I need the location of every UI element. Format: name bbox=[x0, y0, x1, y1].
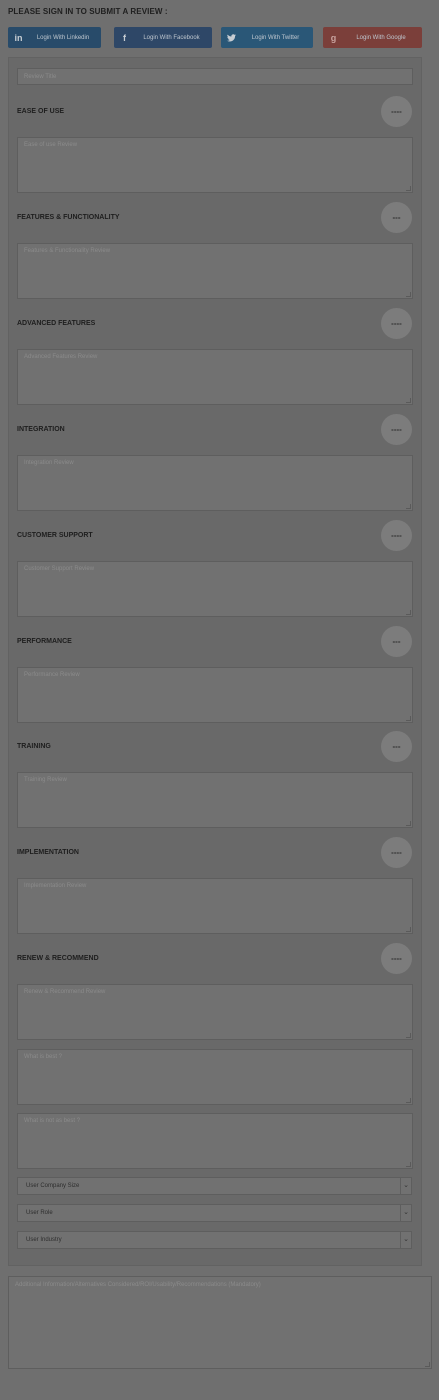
resize-grip-icon bbox=[406, 1162, 411, 1167]
resize-grip-icon bbox=[406, 186, 411, 191]
review-textarea-performance[interactable]: Performance Review bbox=[17, 667, 413, 723]
section-label-integration: INTEGRATION bbox=[17, 426, 65, 433]
review-textarea-placeholder: Performance Review bbox=[24, 672, 80, 678]
review-textarea-features-and-functionality[interactable]: Features & Functionality Review bbox=[17, 243, 413, 299]
select-user-company-size[interactable]: User Company Size ⌄ bbox=[17, 1177, 412, 1195]
section-label-features-and-functionality: FEATURES & FUNCTIONALITY bbox=[17, 214, 120, 221]
resize-grip-icon bbox=[406, 1033, 411, 1038]
facebook-icon: f bbox=[123, 32, 126, 43]
section-label-performance: PERFORMANCE bbox=[17, 638, 72, 645]
rating-button-customer-support[interactable]: ---- bbox=[381, 520, 412, 551]
login-facebook-button[interactable]: f Login With Facebook bbox=[114, 27, 212, 48]
review-textarea-placeholder: Implementation Review bbox=[24, 883, 87, 889]
review-textarea-ease-of-use[interactable]: Ease of use Review bbox=[17, 137, 413, 193]
review-textarea-placeholder: Integration Review bbox=[24, 460, 74, 466]
section-label-advanced-features: ADVANCED FEATURES bbox=[17, 320, 96, 327]
review-textarea-placeholder: Training Review bbox=[24, 777, 67, 783]
section-label-renew-and-recommend: RENEW & RECOMMEND bbox=[17, 955, 99, 962]
review-textarea-integration[interactable]: Integration Review bbox=[17, 455, 413, 511]
linkedin-icon: in bbox=[14, 32, 23, 43]
what-is-best-textarea-placeholder: What is best ? bbox=[24, 1054, 63, 1060]
review-textarea-placeholder: Renew & Recommend Review bbox=[24, 989, 106, 995]
login-twitter-label: Login With Twitter bbox=[251, 34, 300, 41]
rating-button-advanced-features[interactable]: ---- bbox=[381, 308, 412, 339]
select-user-industry[interactable]: User Industry ⌄ bbox=[17, 1231, 412, 1249]
login-linkedin-label: Login With Linkedin bbox=[36, 34, 90, 41]
chevron-down-icon: ⌄ bbox=[400, 1178, 411, 1194]
review-textarea-renew-and-recommend[interactable]: Renew & Recommend Review bbox=[17, 984, 413, 1040]
resize-grip-icon bbox=[406, 716, 411, 721]
chevron-down-icon: ⌄ bbox=[400, 1205, 411, 1221]
resize-grip-icon bbox=[406, 610, 411, 615]
section-label-customer-support: CUSTOMER SUPPORT bbox=[17, 532, 93, 539]
select-user-role[interactable]: User Role ⌄ bbox=[17, 1204, 412, 1222]
section-label-implementation: IMPLEMENTATION bbox=[17, 849, 79, 856]
section-label-ease-of-use: EASE OF USE bbox=[17, 108, 65, 115]
resize-grip-icon bbox=[406, 1098, 411, 1103]
login-linkedin-button[interactable]: in Login With Linkedin bbox=[8, 27, 101, 48]
review-textarea-placeholder: Ease of use Review bbox=[24, 142, 78, 148]
resize-grip-icon bbox=[406, 821, 411, 826]
rating-button-integration[interactable]: ---- bbox=[381, 414, 412, 445]
chevron-down-icon: ⌄ bbox=[400, 1232, 411, 1248]
resize-grip-icon bbox=[425, 1362, 430, 1367]
rating-button-renew-and-recommend[interactable]: ---- bbox=[381, 943, 412, 974]
select-value: User Role bbox=[26, 1210, 53, 1216]
resize-grip-icon bbox=[406, 292, 411, 297]
rating-button-features-and-functionality[interactable]: --- bbox=[381, 202, 412, 233]
select-value: User Company Size bbox=[26, 1183, 80, 1189]
social-login-row: in Login With Linkedin f Login With Face… bbox=[8, 27, 431, 48]
rating-button-ease-of-use[interactable]: ---- bbox=[381, 96, 412, 127]
review-textarea-training[interactable]: Training Review bbox=[17, 772, 413, 828]
review-textarea-advanced-features[interactable]: Advanced Features Review bbox=[17, 349, 413, 405]
login-google-button[interactable]: g Login With Google bbox=[323, 27, 422, 48]
additional-info-placeholder: Additional Information/Alternatives Cons… bbox=[15, 1282, 261, 1288]
what-is-best-textarea[interactable]: What is best ? bbox=[17, 1049, 413, 1105]
twitter-icon bbox=[221, 27, 242, 48]
google-icon: g bbox=[330, 32, 337, 43]
select-value: User Industry bbox=[26, 1237, 62, 1243]
review-textarea-customer-support[interactable]: Customer Support Review bbox=[17, 561, 413, 617]
what-is-not-best-textarea[interactable]: What is not as best ? bbox=[17, 1113, 413, 1169]
rating-button-performance[interactable]: --- bbox=[381, 626, 412, 657]
additional-info-textarea[interactable]: Additional Information/Alternatives Cons… bbox=[8, 1276, 432, 1369]
signin-header: PLEASE SIGN IN TO SUBMIT A REVIEW : bbox=[8, 7, 168, 16]
rating-button-implementation[interactable]: ---- bbox=[381, 837, 412, 868]
login-google-label: Login With Google bbox=[356, 34, 406, 41]
review-textarea-placeholder: Customer Support Review bbox=[24, 566, 95, 572]
section-label-training: TRAINING bbox=[17, 743, 51, 750]
what-is-not-best-textarea-placeholder: What is not as best ? bbox=[24, 1118, 81, 1124]
resize-grip-icon bbox=[406, 927, 411, 932]
login-twitter-button[interactable]: Login With Twitter bbox=[221, 27, 313, 48]
resize-grip-icon bbox=[406, 398, 411, 403]
review-textarea-placeholder: Advanced Features Review bbox=[24, 354, 98, 360]
login-facebook-label: Login With Facebook bbox=[143, 34, 200, 41]
review-textarea-implementation[interactable]: Implementation Review bbox=[17, 878, 413, 934]
review-title-input[interactable]: Review Title bbox=[17, 68, 413, 85]
review-textarea-placeholder: Features & Functionality Review bbox=[24, 248, 111, 254]
resize-grip-icon bbox=[406, 504, 411, 509]
rating-button-training[interactable]: --- bbox=[381, 731, 412, 762]
